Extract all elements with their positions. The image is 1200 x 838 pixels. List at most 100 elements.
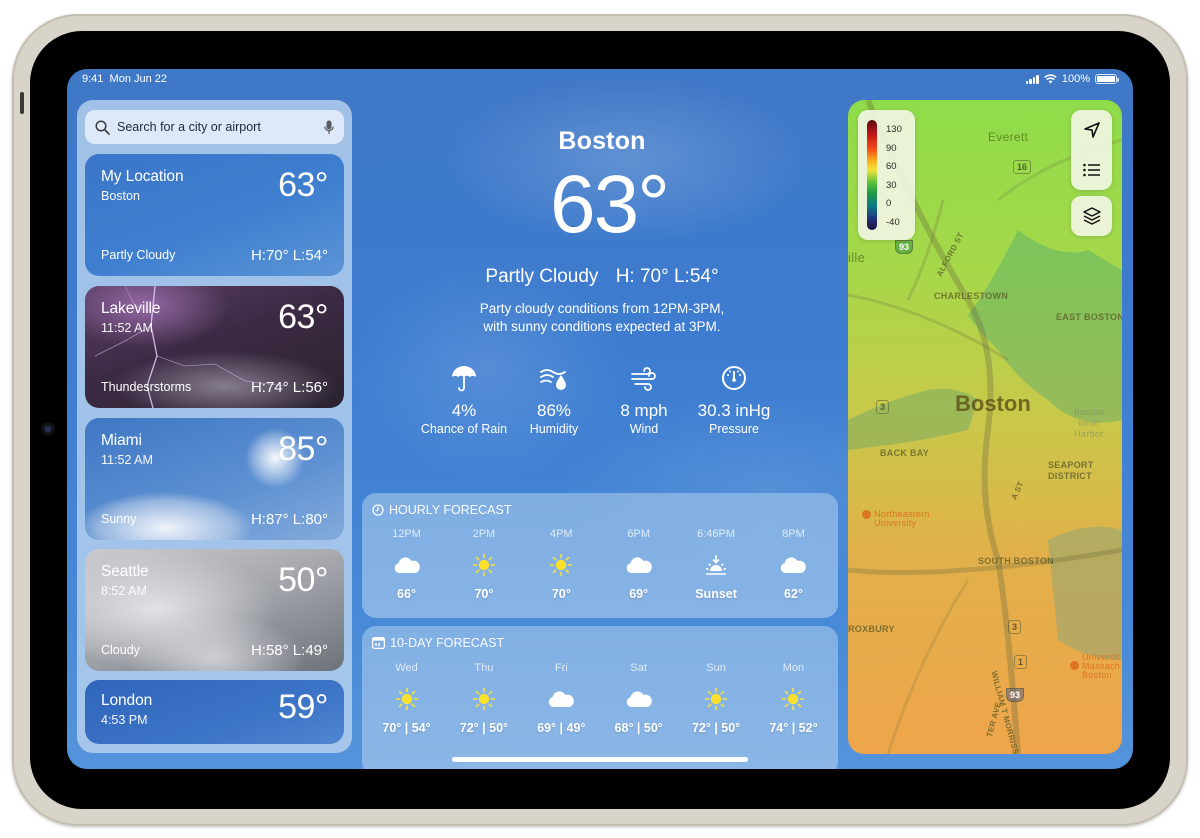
map-label-back-bay: BACK BAY: [880, 448, 930, 458]
map-poi-umass-boston[interactable]: Universit Massach Boston: [1070, 653, 1120, 680]
ten-day-forecast-title: 10-DAY FORECAST: [390, 636, 505, 650]
map-label-boston: Boston: [955, 391, 1031, 416]
forecast-value: 62°: [784, 587, 803, 601]
wind-icon: [631, 367, 656, 391]
sun-icon: [368, 686, 445, 712]
weather-metrics: 4% Chance of Rain 86% Humidity 8 mph Win…: [419, 365, 779, 436]
search-placeholder: Search for a city or airport: [117, 120, 261, 134]
harbor-line-2: Inner: [1077, 418, 1100, 428]
home-indicator[interactable]: [452, 757, 748, 762]
legend-tick: 30: [886, 179, 897, 191]
forecast-label: 8PM: [782, 528, 805, 540]
forecast-label: Mon: [782, 662, 805, 674]
calendar-icon: [372, 637, 385, 649]
cloud-icon: [368, 552, 445, 578]
ten-day-forecast-panel: 10-DAY FORECAST Wed 70° | 54° Thu 72° | 50°…: [362, 626, 838, 769]
hourly-forecast-item: 4PM 70°: [523, 528, 600, 601]
ten-day-forecast-list: Wed 70° | 54° Thu 72° | 50° Fri 69° | 49° Sat 6…: [368, 662, 832, 735]
forecast-label: Fri: [554, 662, 568, 674]
sun-icon: [445, 686, 522, 712]
current-weather: Boston 63° Partly Cloudy H: 70° L:54° Pa…: [357, 69, 847, 769]
sun-icon: [678, 686, 755, 712]
hourly-forecast-header: HOURLY FORECAST: [372, 503, 511, 517]
metric-value: 4%: [451, 401, 477, 420]
umbrella-icon: [452, 366, 476, 392]
map-label-charlestown: CHARLESTOWN: [934, 291, 1009, 301]
map-label-seaport-district: SEAPORT DISTRICT: [1048, 460, 1094, 482]
microphone-icon[interactable]: [324, 120, 334, 135]
hourly-forecast-item: 2PM 70°: [445, 528, 522, 601]
list-view-button[interactable]: [1071, 150, 1112, 190]
legend-tick: -40: [886, 216, 900, 228]
sun-icon: [755, 686, 832, 712]
map-layers-button[interactable]: [1071, 196, 1112, 236]
metric-label: Wind: [629, 422, 659, 436]
current-summary: Party cloudy conditions from 12PM-3PM, w…: [357, 300, 847, 336]
sun-icon: [523, 552, 600, 578]
forecast-label: 4PM: [549, 528, 573, 540]
legend-tick: 0: [886, 198, 892, 210]
forecast-value: 66°: [397, 587, 416, 601]
forecast-value: 70° | 54°: [382, 721, 431, 735]
location-high-low: H:87° L:80°: [250, 511, 328, 528]
route-shield-3: 3: [876, 400, 890, 414]
locations-sidebar: Search for a city or airport My Location…: [77, 100, 352, 753]
metric-label: Pressure: [708, 422, 760, 436]
forecast-label: Wed: [395, 662, 418, 674]
metric-chance-of-rain: 4% Chance of Rain: [419, 365, 509, 436]
ten-day-forecast-header: 10-DAY FORECAST: [372, 636, 504, 650]
location-high-low: H:74° L:56°: [250, 379, 328, 396]
hourly-forecast-item: 8PM 62°: [755, 528, 832, 601]
summary-line-2: with sunny conditions expected at 3PM.: [483, 319, 721, 334]
sunset-icon: [678, 552, 755, 578]
forecast-value: 70°: [551, 587, 571, 601]
location-temperature: 85°: [278, 430, 328, 468]
forecast-label: 12PM: [392, 528, 421, 540]
metric-pressure: 30.3 inHg Pressure: [689, 365, 779, 436]
metric-label: Humidity: [529, 422, 579, 436]
cloud-icon: [600, 552, 677, 578]
device-side-button: [20, 92, 24, 114]
battery-percent: 100%: [1061, 73, 1090, 85]
front-camera: [41, 422, 55, 436]
map-poi-northeastern[interactable]: Northeastern University: [862, 510, 930, 528]
battery-icon: [1095, 74, 1119, 84]
legend-ticks: 130 90 60 30 0 -40: [886, 121, 902, 233]
search-input[interactable]: Search for a city or airport: [85, 110, 344, 144]
location-temperature: 59°: [278, 688, 328, 726]
location-card-my-location[interactable]: My Location Boston 63° Partly Cloudy H:7…: [85, 154, 344, 276]
metric-value: 86%: [536, 401, 572, 420]
route-shield-1: 1: [1014, 655, 1028, 669]
daily-forecast-item: Mon 74° | 52°: [755, 662, 832, 735]
route-shield-16: 16: [1013, 160, 1032, 174]
cellular-signal-icon: [1025, 74, 1039, 84]
forecast-value: 69°: [629, 587, 649, 601]
temperature-map[interactable]: Everett ille ALFORD ST CHARLESTOWN EAST …: [848, 100, 1122, 754]
forecast-value: 68° | 50°: [614, 721, 663, 735]
sun-icon: [445, 552, 522, 578]
harbor-line-3: Harbor: [1074, 429, 1104, 439]
location-temperature: 63°: [278, 298, 328, 336]
forecast-value: 72° | 50°: [459, 721, 509, 735]
hourly-forecast-list: 12PM 66° 2PM 70° 4PM 70° 6PM 69° 6:46PM Sunset 8PM…: [368, 528, 832, 601]
location-card-london[interactable]: London 4:53 PM 59°: [85, 680, 344, 744]
daily-forecast-item: Wed 70° | 54°: [368, 662, 445, 735]
location-card-seattle[interactable]: Seattle 8:52 AM 50° Cloudy H:58° L:49°: [85, 549, 344, 671]
hourly-forecast-panel: HOURLY FORECAST 12PM 66° 2PM 70° 4PM 70° 6PM 69…: [362, 493, 838, 618]
legend-tick: 60: [886, 161, 897, 173]
hourly-forecast-item: 6:46PM Sunset: [678, 528, 755, 601]
list-icon: [1082, 163, 1100, 177]
current-city-title: Boston: [558, 127, 646, 155]
current-high-low: H: 70° L:54°: [615, 266, 719, 287]
poi-line-3: Boston: [1082, 670, 1112, 680]
location-card-lakeville[interactable]: Lakeville 11:52 AM 63° Thundesrstorms H:…: [85, 286, 344, 408]
current-location-button[interactable]: [1071, 110, 1112, 150]
status-indicators: 100%: [1025, 73, 1119, 85]
location-card-miami[interactable]: Miami 11:52 AM 85° Sunny H:87° L:80°: [85, 418, 344, 540]
wifi-icon: [1044, 74, 1057, 84]
hourly-forecast-item: 6PM 69°: [600, 528, 677, 601]
location-condition: Sunny: [101, 512, 137, 526]
forecast-value: 74° | 52°: [769, 721, 818, 735]
daily-forecast-item: Sun 72° | 50°: [678, 662, 755, 735]
forecast-label: Sat: [630, 662, 647, 674]
